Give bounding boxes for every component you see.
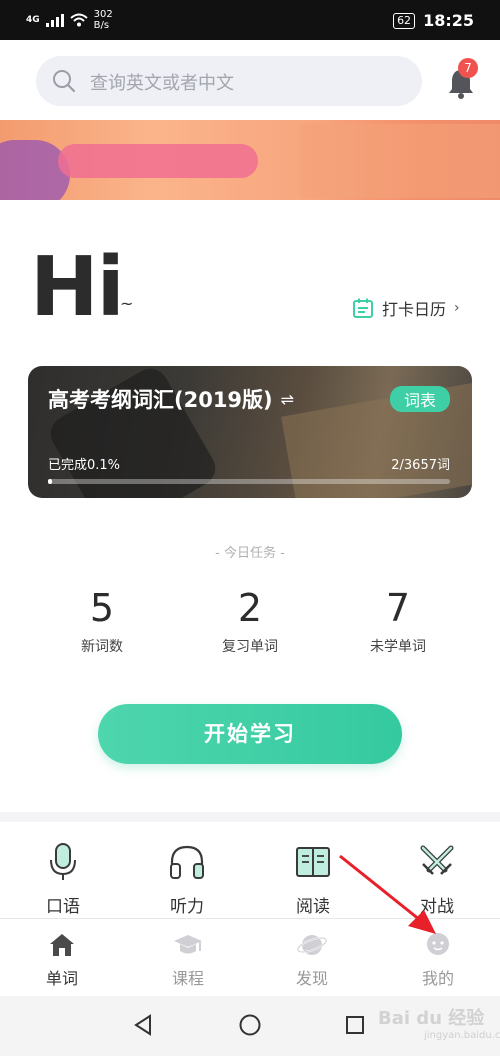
wordbook-title[interactable]: 高考考纲词汇(2019版) ⇌ <box>48 384 294 414</box>
microphone-icon <box>50 843 76 880</box>
wordlist-button[interactable]: 词表 <box>389 386 450 412</box>
stat-new-words: 5 新词数 <box>32 584 172 656</box>
checkin-calendar-link[interactable]: 打卡日历 › <box>352 296 460 320</box>
home-circle-icon[interactable] <box>238 1014 262 1036</box>
stat-review-words: 2 复习单词 <box>180 584 320 656</box>
stat-value: 5 <box>89 586 115 630</box>
tab-label: 我的 <box>421 969 454 988</box>
checkin-label: 打卡日历 <box>382 300 447 319</box>
feature-speaking[interactable]: 口语 <box>8 842 118 917</box>
status-left: 4G 302 B/s <box>26 9 113 31</box>
wifi-icon <box>69 13 88 27</box>
watermark-url: jingyan.baidu.com <box>424 1030 500 1041</box>
search-icon <box>53 70 76 93</box>
network-type: 4G <box>26 14 40 25</box>
watermark: Bai du 经验 <box>378 1008 485 1029</box>
clock: 18:25 <box>423 11 474 30</box>
swap-icon[interactable]: ⇌ <box>281 390 294 409</box>
tab-label: 单词 <box>45 969 78 988</box>
section-divider <box>0 812 500 822</box>
promo-banner[interactable] <box>0 120 500 200</box>
tab-profile[interactable]: 我的 <box>388 931 488 989</box>
signal-icon <box>45 13 64 27</box>
greeting-title: Hi <box>30 240 125 335</box>
progress-bar <box>48 479 450 484</box>
headphones-icon <box>170 845 204 879</box>
banner-decoration <box>0 140 70 200</box>
stat-label: 复习单词 <box>222 639 278 655</box>
tab-words[interactable]: 单词 <box>12 931 112 989</box>
status-right: 62 18:25 <box>393 11 474 30</box>
today-tasks-title: - 今日任务 - <box>215 546 285 561</box>
wordbook-name: 高考考纲词汇(2019版) <box>48 388 273 412</box>
calendar-icon <box>353 298 373 318</box>
search-bar[interactable]: 查询英文或者中文 <box>36 56 422 106</box>
progress-label: 已完成0.1% <box>48 458 121 473</box>
stat-value: 2 <box>237 586 263 630</box>
progress-fill <box>48 479 53 484</box>
book-icon <box>296 847 330 877</box>
banner-decoration <box>58 144 258 178</box>
feature-listening[interactable]: 听力 <box>132 842 242 917</box>
notification-badge: 7 <box>458 58 478 78</box>
home-icon <box>50 934 74 956</box>
stat-value: 7 <box>385 586 411 630</box>
network-speed: 302 B/s <box>93 9 113 31</box>
start-learning-button[interactable]: 开始学习 <box>98 704 402 764</box>
search-placeholder[interactable]: 查询英文或者中文 <box>90 69 234 95</box>
stat-unlearned-words: 7 未学单词 <box>328 584 468 656</box>
chevron-right-icon: › <box>454 300 460 316</box>
recent-apps-icon[interactable] <box>344 1014 366 1036</box>
greeting-suffix: ~ <box>120 294 134 313</box>
tab-label: 发现 <box>295 969 328 988</box>
tab-courses[interactable]: 课程 <box>138 931 238 989</box>
stat-label: 新词数 <box>81 639 123 655</box>
planet-icon <box>296 935 328 955</box>
feature-label: 听力 <box>170 897 204 917</box>
banner-decoration <box>300 124 500 198</box>
battery-indicator: 62 <box>393 12 416 29</box>
tab-discover[interactable]: 发现 <box>262 931 362 989</box>
back-icon[interactable] <box>132 1014 154 1036</box>
stat-label: 未学单词 <box>370 639 426 655</box>
annotation-arrow-icon <box>339 854 436 934</box>
feature-label: 口语 <box>46 897 80 917</box>
progress-count: 2/3657词 <box>391 458 450 473</box>
tab-label: 课程 <box>171 969 204 988</box>
status-bar: 4G 302 B/s 62 18:25 <box>0 0 500 40</box>
wordbook-card[interactable]: 高考考纲词汇(2019版) ⇌ 词表 已完成0.1% 2/3657词 <box>28 366 472 498</box>
graduation-cap-icon <box>174 935 202 954</box>
